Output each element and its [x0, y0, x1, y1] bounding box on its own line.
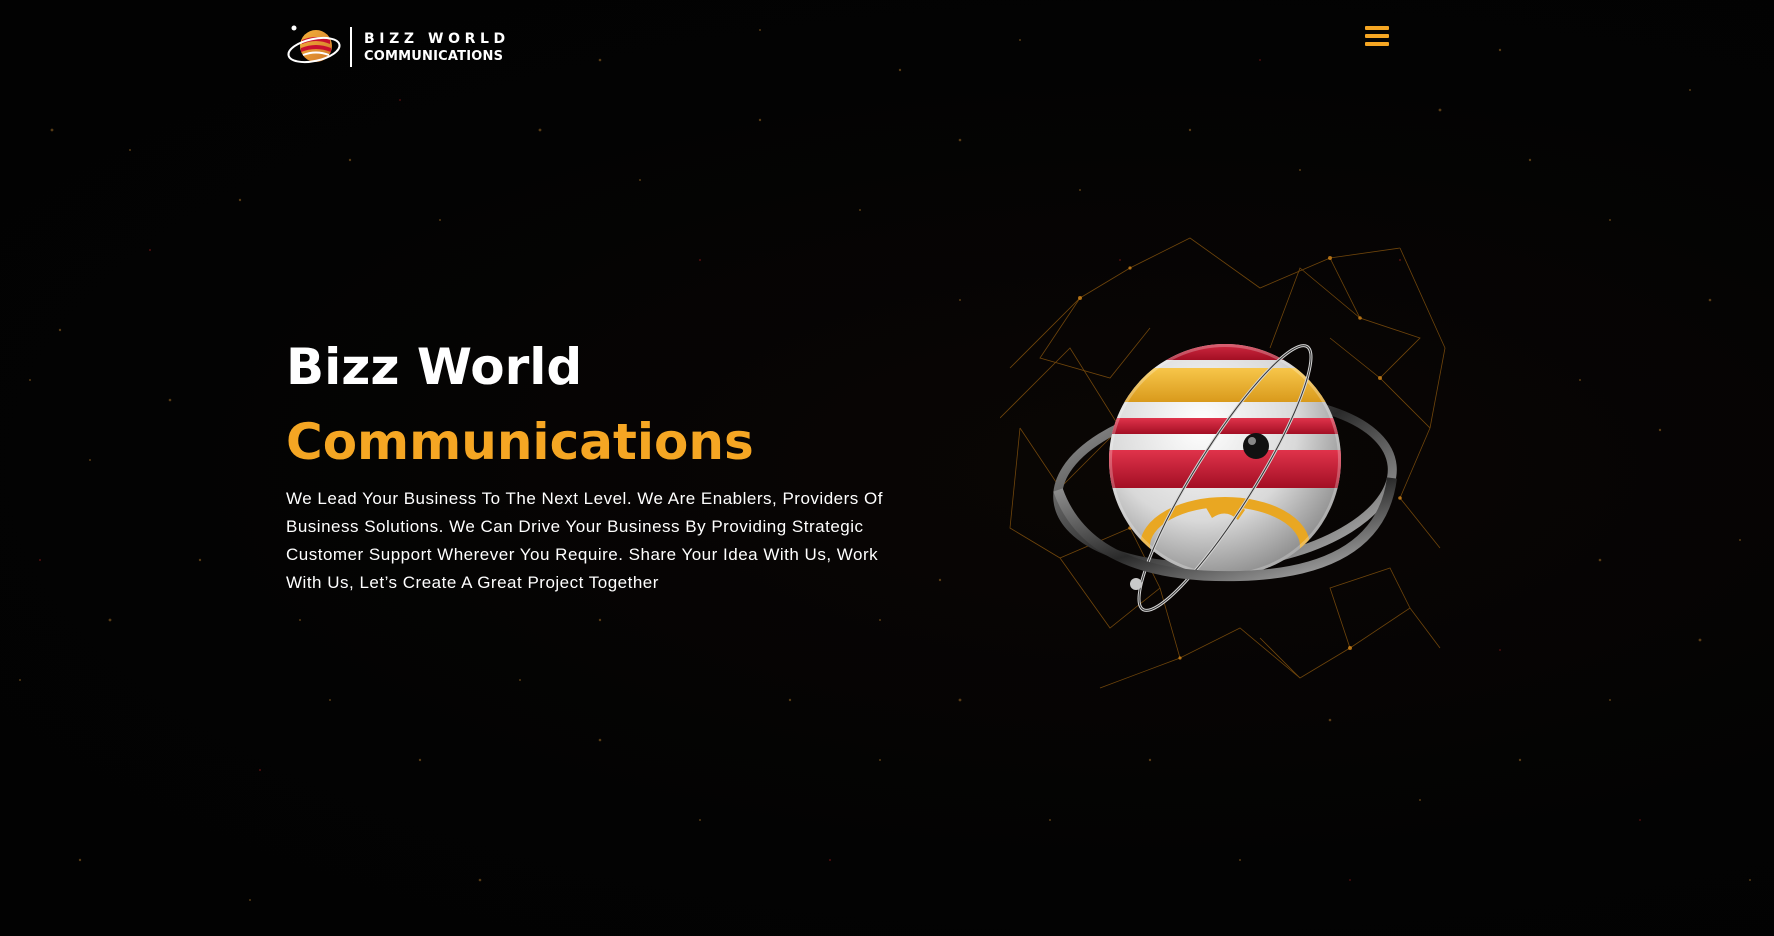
site-logo[interactable]: BIZZ WORLD COMMUNICATIONS — [286, 22, 510, 72]
planet-globe-icon — [1000, 237, 1446, 689]
menu-bar — [1365, 26, 1389, 30]
starfield-background — [19, 29, 1751, 901]
menu-bar — [1365, 34, 1389, 38]
logo-globe-icon — [287, 25, 341, 64]
hero-title-line2: Communications — [286, 413, 754, 471]
logo-divider — [350, 27, 352, 67]
hero-description: We Lead Your Business To The Next Level.… — [286, 489, 883, 592]
hero-title: Bizz World Communications — [286, 330, 754, 480]
menu-bar — [1365, 42, 1389, 46]
hamburger-menu-icon[interactable] — [1365, 24, 1391, 48]
logo-text: BIZZ WORLD COMMUNICATIONS — [364, 32, 510, 63]
hero-title-line1: Bizz World — [286, 338, 583, 396]
logo-title: BIZZ WORLD — [364, 30, 510, 47]
page: BIZZ WORLD COMMUNICATIONS Bizz World Com… — [0, 0, 1774, 936]
logo-subtitle: COMMUNICATIONS — [364, 48, 504, 64]
